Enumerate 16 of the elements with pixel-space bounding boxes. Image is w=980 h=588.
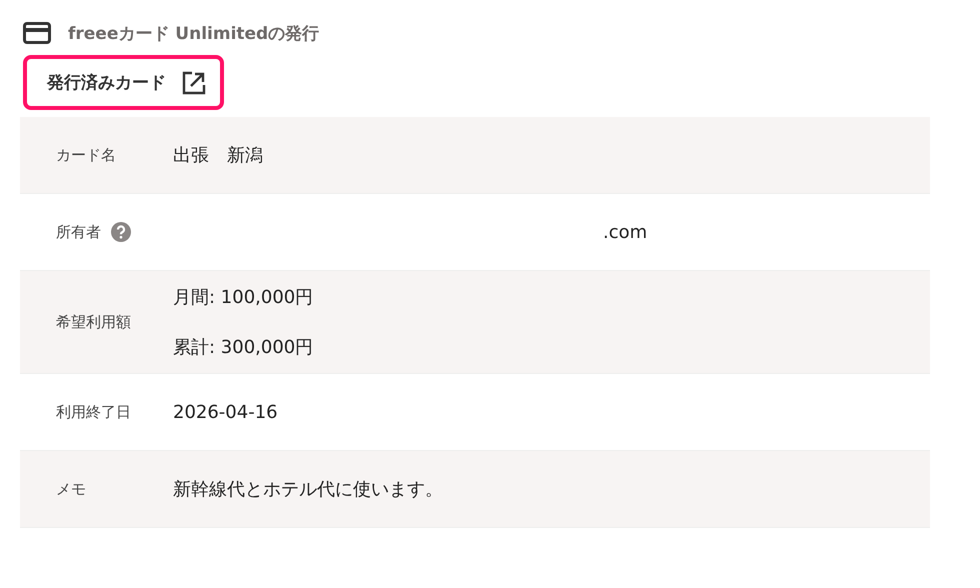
credit-card-icon	[23, 22, 51, 44]
field-value: .com	[603, 222, 648, 242]
field-label: 所有者	[56, 222, 101, 242]
field-label: 希望利用額	[56, 312, 131, 332]
field-label: カード名	[56, 146, 116, 164]
field-label: メモ	[56, 480, 86, 498]
field-label: 利用終了日	[56, 402, 131, 422]
help-icon[interactable]	[111, 222, 131, 242]
issued-cards-link[interactable]: 発行済みカード	[23, 55, 224, 110]
external-link-icon	[182, 70, 206, 94]
field-value: 累計: 300,000円	[173, 336, 314, 359]
field-value: 月間: 100,000円	[173, 286, 314, 309]
field-value: 新幹線代とホテル代に使います。	[173, 478, 443, 501]
field-value: 2026-04-16	[173, 402, 278, 422]
field-value: 出張 新潟	[173, 144, 263, 167]
section-title: freeeカード Unlimitedの発行	[68, 22, 320, 44]
